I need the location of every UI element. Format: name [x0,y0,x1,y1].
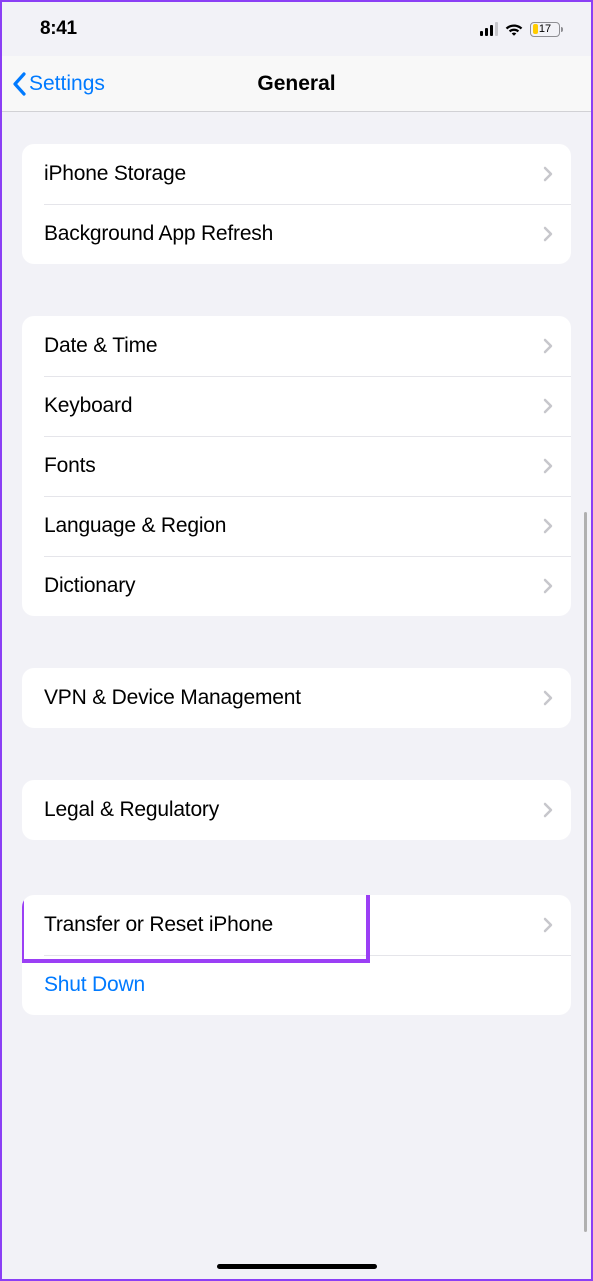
back-button[interactable]: Settings [12,72,105,96]
row-background-app-refresh[interactable]: Background App Refresh [22,204,571,264]
chevron-left-icon [12,72,27,96]
status-icons: 17 [480,22,564,37]
row-transfer-reset[interactable]: Transfer or Reset iPhone [22,895,571,955]
wifi-icon [504,22,524,36]
row-dictionary[interactable]: Dictionary [22,556,571,616]
row-vpn-device-management[interactable]: VPN & Device Management [22,668,571,728]
cellular-signal-icon [480,22,499,36]
content-scroll[interactable]: iPhone Storage Background App Refresh Da… [2,112,591,1279]
chevron-right-icon [543,690,553,706]
chevron-right-icon [543,226,553,242]
chevron-right-icon [543,802,553,818]
row-label: VPN & Device Management [44,686,301,710]
group-legal: Legal & Regulatory [22,780,571,840]
chevron-right-icon [543,398,553,414]
chevron-right-icon [543,917,553,933]
status-time: 8:41 [40,18,77,40]
row-label: Dictionary [44,574,135,598]
row-label: iPhone Storage [44,162,186,186]
chevron-right-icon [543,338,553,354]
group-vpn: VPN & Device Management [22,668,571,728]
row-date-time[interactable]: Date & Time [22,316,571,376]
nav-header: Settings General [2,56,591,112]
row-iphone-storage[interactable]: iPhone Storage [22,144,571,204]
scroll-indicator [584,512,587,1232]
row-shut-down[interactable]: Shut Down [22,955,571,1015]
group-system: Date & Time Keyboard Fonts Language & Re… [22,316,571,616]
row-label: Date & Time [44,334,157,358]
settings-general-screen: 8:41 17 Settings General [2,2,591,1279]
chevron-right-icon [543,578,553,594]
group-storage: iPhone Storage Background App Refresh [22,144,571,264]
row-label: Keyboard [44,394,132,418]
row-label: Legal & Regulatory [44,798,219,822]
battery-percent: 17 [531,23,559,35]
row-keyboard[interactable]: Keyboard [22,376,571,436]
row-label: Transfer or Reset iPhone [44,913,273,937]
battery-icon: 17 [530,22,563,37]
back-label: Settings [29,72,105,96]
row-fonts[interactable]: Fonts [22,436,571,496]
row-label: Language & Region [44,514,226,538]
home-indicator[interactable] [217,1264,377,1269]
status-bar: 8:41 17 [2,2,591,56]
row-legal-regulatory[interactable]: Legal & Regulatory [22,780,571,840]
row-language-region[interactable]: Language & Region [22,496,571,556]
chevron-right-icon [543,458,553,474]
chevron-right-icon [543,166,553,182]
group-reset: Transfer or Reset iPhone Shut Down [22,895,571,1015]
chevron-right-icon [543,518,553,534]
row-label: Shut Down [44,973,145,997]
row-label: Background App Refresh [44,222,273,246]
row-label: Fonts [44,454,96,478]
